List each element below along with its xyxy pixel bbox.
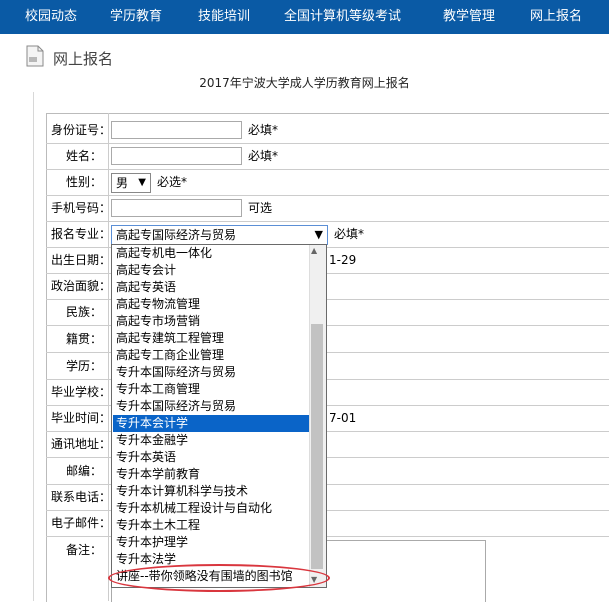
scroll-up-arrow-icon[interactable]: ▲ [311, 246, 317, 255]
postcode-label: 邮编： [65, 464, 102, 478]
major-select[interactable]: 高起专国际经济与贸易 ▼ [111, 225, 328, 245]
nav-item-skills-training[interactable]: 技能培训 [198, 0, 250, 34]
contact-phone-label: 联系电话： [51, 490, 112, 504]
ethnicity-label: 民族： [65, 305, 102, 319]
dropdown-option[interactable]: 专升本国际经济与贸易 [113, 364, 310, 381]
gender-label: 性别： [65, 175, 102, 189]
phone-label: 手机号码： [51, 201, 112, 215]
name-label: 姓名： [65, 149, 102, 163]
annotation-ellipse [108, 564, 330, 592]
major-label: 报名专业： [51, 227, 112, 241]
nav-item-degree-education[interactable]: 学历教育 [110, 0, 162, 34]
dropdown-option[interactable]: 专升本英语 [113, 449, 310, 466]
graduate-school-label: 毕业学校： [51, 385, 112, 399]
education-label: 学历： [65, 359, 102, 373]
gender-select[interactable]: 男 ▼ [111, 173, 151, 193]
birth-date-label: 出生日期： [51, 253, 112, 267]
dropdown-option[interactable]: 专升本土木工程 [113, 517, 310, 534]
dropdown-option[interactable]: 高起专会计 [113, 262, 310, 279]
id-number-input[interactable] [111, 121, 242, 139]
dropdown-arrow-icon: ▼ [138, 177, 146, 188]
remarks-label: 备注： [65, 543, 102, 557]
dropdown-option[interactable]: 专升本工商管理 [113, 381, 310, 398]
dropdown-option[interactable]: 专升本机械工程设计与自动化 [113, 500, 310, 517]
dropdown-option[interactable]: 高起专机电一体化 [113, 245, 310, 262]
id-number-label: 身份证号： [51, 123, 112, 137]
email-label: 电子邮件： [51, 516, 112, 530]
dropdown-option[interactable]: 高起专工商企业管理 [113, 347, 310, 364]
major-dropdown-list[interactable]: 高起专机电一体化 高起专会计 高起专英语 高起专物流管理 高起专市场营销 高起专… [111, 244, 327, 588]
divider [33, 92, 34, 601]
dropdown-option-selected[interactable]: 专升本会计学 [113, 415, 310, 432]
dropdown-option[interactable]: 专升本学前教育 [113, 466, 310, 483]
graduation-time-label: 毕业时间： [51, 411, 112, 425]
divider [46, 143, 609, 144]
required-note: 必填* [248, 149, 279, 163]
dropdown-option[interactable]: 专升本护理学 [113, 534, 310, 551]
form-heading: 2017年宁波大学成人学历教育网上报名 [199, 76, 410, 90]
dropdown-option[interactable]: 专升本计算机科学与技术 [113, 483, 310, 500]
dropdown-scrollbar-thumb[interactable] [311, 324, 323, 569]
required-note: 必填* [248, 123, 279, 137]
native-place-label: 籍贯： [65, 332, 102, 346]
dropdown-option[interactable]: 高起专英语 [113, 279, 310, 296]
divider [46, 195, 609, 196]
required-note: 必填* [334, 227, 365, 241]
address-label: 通讯地址： [51, 437, 112, 451]
top-navbar: 校园动态 学历教育 技能培训 全国计算机等级考试 教学管理 网上报名 [0, 0, 609, 34]
required-note: 必选* [157, 175, 188, 189]
divider [46, 169, 609, 170]
nav-item-teaching-management[interactable]: 教学管理 [443, 0, 495, 34]
dropdown-option[interactable]: 高起专建筑工程管理 [113, 330, 310, 347]
major-select-value: 高起专国际经济与贸易 [116, 228, 237, 242]
page-title: 网上报名 [53, 50, 114, 68]
nav-item-online-registration[interactable]: 网上报名 [530, 0, 582, 34]
dropdown-arrow-icon: ▼ [314, 228, 323, 241]
optional-note: 可选 [248, 201, 273, 215]
dropdown-option[interactable]: 高起专物流管理 [113, 296, 310, 313]
birth-date-value: 1-29 [329, 253, 357, 267]
dropdown-option[interactable]: 专升本金融学 [113, 432, 310, 449]
graduation-time-value: 7-01 [329, 411, 357, 425]
nav-item-campus-news[interactable]: 校园动态 [25, 0, 77, 34]
document-icon [25, 45, 45, 67]
divider [46, 221, 609, 222]
dropdown-option[interactable]: 高起专市场营销 [113, 313, 310, 330]
nav-item-computer-exam[interactable]: 全国计算机等级考试 [284, 0, 401, 34]
name-input[interactable] [111, 147, 242, 165]
phone-input[interactable] [111, 199, 242, 217]
political-status-label: 政治面貌： [51, 279, 112, 293]
dropdown-option[interactable]: 专升本国际经济与贸易 [113, 398, 310, 415]
gender-select-value: 男 [116, 176, 129, 190]
